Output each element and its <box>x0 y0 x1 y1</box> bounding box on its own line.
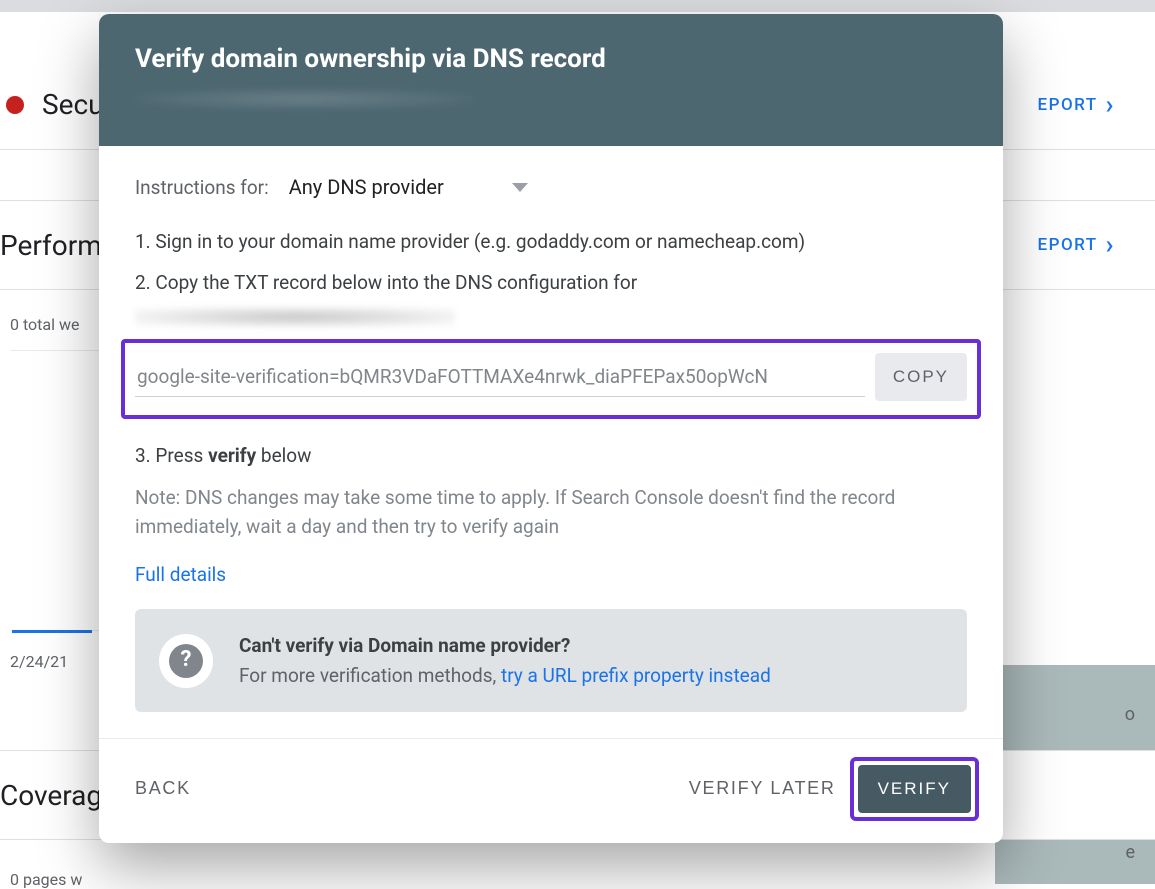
dns-note: Note: DNS changes may take some time to … <box>135 483 967 542</box>
modal-footer: BACK VERIFY LATER VERIFY <box>99 738 1003 843</box>
verify-domain-modal: Verify domain ownership via DNS record I… <box>99 14 1003 843</box>
help-icon: ? <box>169 644 203 678</box>
help-icon-container: ? <box>159 634 213 688</box>
verify-highlight: VERIFY <box>850 757 979 821</box>
step-2: 2. Copy the TXT record below into the DN… <box>135 268 967 327</box>
instructions-label: Instructions for: <box>135 173 269 202</box>
copy-button[interactable]: COPY <box>875 353 967 401</box>
txt-record-input[interactable] <box>135 357 865 397</box>
modal-header: Verify domain ownership via DNS record <box>99 14 1003 146</box>
step-3-pre: 3. Press <box>135 444 208 467</box>
verify-button[interactable]: VERIFY <box>858 765 971 813</box>
step-3: 3. Press verify below <box>135 441 967 470</box>
chevron-down-icon <box>512 183 528 192</box>
back-button[interactable]: BACK <box>135 778 191 799</box>
step-3-post: below <box>256 444 311 467</box>
modal-body: Instructions for: Any DNS provider 1. Si… <box>99 146 1003 712</box>
full-details-link[interactable]: Full details <box>135 560 226 589</box>
alt-title: Can't verify via Domain name provider? <box>239 631 771 660</box>
dns-provider-selected: Any DNS provider <box>289 172 444 203</box>
step-1: 1. Sign in to your domain name provider … <box>135 227 967 256</box>
modal-domain-redacted <box>135 88 475 110</box>
verify-later-button[interactable]: VERIFY LATER <box>689 778 836 799</box>
alt-text: Can't verify via Domain name provider? F… <box>239 631 771 690</box>
step-2-text: 2. Copy the TXT record below into the DN… <box>135 271 637 294</box>
url-prefix-link[interactable]: try a URL prefix property instead <box>501 664 771 687</box>
alt-verification-panel: ? Can't verify via Domain name provider?… <box>135 609 967 712</box>
step-2-domain-redacted <box>135 307 455 327</box>
step-3-bold: verify <box>208 444 256 467</box>
alt-sub-pre: For more verification methods, <box>239 664 501 687</box>
modal-title: Verify domain ownership via DNS record <box>135 44 967 74</box>
alt-subtitle: For more verification methods, try a URL… <box>239 661 771 690</box>
instructions-row: Instructions for: Any DNS provider <box>135 172 967 203</box>
txt-record-block: COPY <box>121 339 981 419</box>
dns-provider-select[interactable]: Any DNS provider <box>289 172 528 203</box>
